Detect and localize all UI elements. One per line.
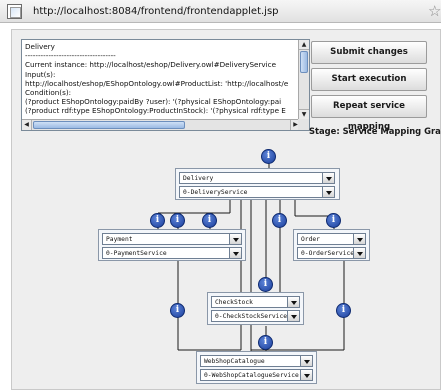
node-delivery: Delivery 0-DeliveryService <box>175 168 340 200</box>
node-service: 0-CheckStockService <box>215 313 288 320</box>
page-icon <box>7 4 22 19</box>
info-icon[interactable]: i <box>202 213 217 228</box>
url-text[interactable]: http://localhost:8084/frontend/frontenda… <box>33 6 279 17</box>
info-icon[interactable]: i <box>150 213 165 228</box>
dropdown-arrow-icon[interactable] <box>229 234 241 244</box>
node-name-select[interactable]: WebShopCatalogue <box>200 355 313 367</box>
info-icon[interactable]: i <box>170 213 185 228</box>
info-icon[interactable]: i <box>261 149 276 164</box>
info-icon[interactable]: i <box>258 277 273 292</box>
dropdown-arrow-icon[interactable] <box>287 311 299 321</box>
info-icon[interactable]: i <box>326 213 341 228</box>
dropdown-arrow-icon[interactable] <box>300 370 312 380</box>
dropdown-arrow-icon[interactable] <box>322 187 334 197</box>
info-icon[interactable]: i <box>170 303 185 318</box>
node-name: Payment <box>106 236 133 243</box>
node-service: 0-OrderService <box>301 250 355 257</box>
dropdown-arrow-icon[interactable] <box>287 297 299 307</box>
node-service-select[interactable]: 0-DeliveryService <box>179 186 335 198</box>
node-name: WebShopCatalogue <box>204 358 265 365</box>
dropdown-arrow-icon[interactable] <box>322 173 334 183</box>
applet-panel: Delivery -------------------------------… <box>11 29 441 390</box>
node-name-select[interactable]: Payment <box>102 233 242 245</box>
node-name-select[interactable]: Delivery <box>179 172 335 184</box>
node-service-select[interactable]: 0-CheckStockService <box>211 310 300 322</box>
dropdown-arrow-icon[interactable] <box>353 234 365 244</box>
dropdown-arrow-icon[interactable] <box>353 248 365 258</box>
dropdown-arrow-icon[interactable] <box>229 248 241 258</box>
node-service-select[interactable]: 0-PaymentService <box>102 247 242 259</box>
node-service: 0-PaymentService <box>106 250 167 257</box>
info-icon[interactable]: i <box>336 303 351 318</box>
node-service: 0-DeliveryService <box>183 189 248 196</box>
info-icon[interactable]: i <box>272 213 287 228</box>
node-order: Order 0-OrderService <box>293 229 370 261</box>
node-name: CheckStock <box>215 299 253 306</box>
node-service-select[interactable]: 0-OrderService <box>297 247 366 259</box>
service-graph-edges <box>157 153 345 352</box>
node-name-select[interactable]: CheckStock <box>211 296 300 308</box>
node-service: 0-WebShopCatalogueService <box>204 372 299 379</box>
node-name: Delivery <box>183 175 214 182</box>
browser-address-bar: http://localhost:8084/frontend/frontenda… <box>0 0 441 23</box>
node-service-select[interactable]: 0-WebShopCatalogueService <box>200 369 313 381</box>
info-icon[interactable]: i <box>258 335 273 350</box>
node-name-select[interactable]: Order <box>297 233 366 245</box>
dropdown-arrow-icon[interactable] <box>300 356 312 366</box>
node-payment: Payment 0-PaymentService <box>98 229 246 261</box>
bookmark-star-icon[interactable]: ☆ <box>428 2 441 20</box>
node-webshopcatalogue: WebShopCatalogue 0-WebShopCatalogueServi… <box>196 351 317 384</box>
node-checkstock: CheckStock 0-CheckStockService <box>207 292 304 325</box>
node-name: Order <box>301 236 320 243</box>
